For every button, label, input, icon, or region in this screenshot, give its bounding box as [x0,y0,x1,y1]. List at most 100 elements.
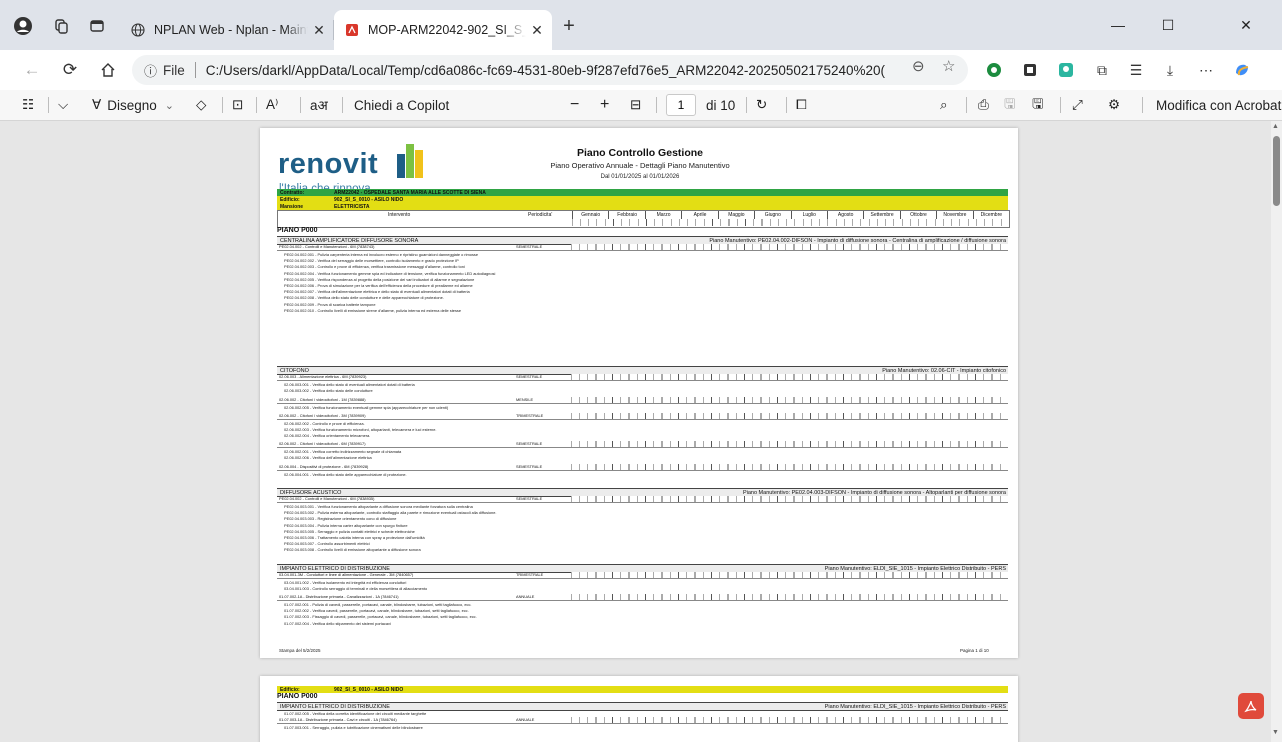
pdf-file-icon [344,22,360,38]
edificio-value: 902_SI_S_0010 - ASILO NIDO [334,196,404,203]
ask-copilot-button[interactable]: Chiedi a Copilot [354,95,449,115]
save-icon[interactable]: 🖫 [1004,95,1016,115]
close-tab-icon[interactable]: ✕ [526,22,548,39]
back-arrow-icon[interactable]: ← [18,56,46,84]
url-field[interactable]: ⓘ File C:/Users/darkl/AppData/Local/Temp… [132,55,968,85]
sub-activity: PE02.04.002.001 - Pulizia carpenteria in… [284,252,479,257]
table-row: 02.06.002 - Citofoni / videocitofoni - 3… [277,413,1008,420]
section-name: CENTRALINA AMPLIFICATORE DIFFUSORE SONOR… [280,237,419,244]
info-icon[interactable]: ⓘ [144,61,157,80]
favorite-star-icon[interactable]: ☆ [942,57,955,75]
page-view-icon[interactable]: ⧠ [796,95,807,115]
toolbar-divider [966,97,967,113]
more-options-icon[interactable]: ⋯ [1196,60,1216,80]
tab-title: MOP-ARM22042-902_SI_S_0010-ASILO NIDO [368,23,526,37]
profile-avatar-icon[interactable] [10,13,36,39]
toolbar-divider [222,97,223,113]
schedule-grid [571,717,1008,723]
scrollbar-thumb[interactable] [1273,136,1280,206]
document-date-range: Dal 01/01/2025 al 01/01/2026 [600,174,680,180]
draw-label: Disegno [107,97,157,113]
downloads-icon[interactable]: ⤓ [1160,60,1180,80]
sub-activity: PE02.04.002.010 - Controllo livelli di e… [284,307,461,313]
extension-green-icon[interactable] [984,60,1004,80]
section-name: DIFFUSORE ACUSTICO [280,489,342,496]
section-name: CITOFONO [280,367,309,374]
zoom-out-button[interactable]: − [570,95,579,115]
save-as-icon[interactable]: 🖫 [1032,95,1044,115]
search-icon[interactable]: ⌕ [940,95,948,115]
section-name: IMPIANTO ELETTRICO DI DISTRIBUZIONE [280,703,390,710]
edit-with-acrobat-button[interactable]: Modifica con Acrobat [1156,95,1281,115]
sub-activity: 02.06.003.002 - Verifica dello stato del… [284,388,373,394]
maximize-button[interactable]: ☐ [1148,10,1188,40]
close-window-button[interactable]: ✕ [1226,10,1266,40]
highlight-icon[interactable]: ⌵ [58,95,68,115]
schedule-grid [571,441,1008,447]
sub-activity: PE02.04.002.006 - Prova di simulazione p… [284,283,473,288]
extension-teal-icon[interactable] [1056,60,1076,80]
url-text[interactable]: C:/Users/darkl/AppData/Local/Temp/cd6a08… [206,63,886,78]
close-tab-icon[interactable]: ✕ [308,22,330,39]
vertical-scrollbar[interactable]: ▲ ▼ [1271,121,1282,742]
contents-icon[interactable]: ☷ [22,95,34,115]
eraser-icon[interactable]: ◇ [196,95,206,115]
month-header: Dicembre [972,211,1009,219]
pdf-page-1: renovit l'Italia che rinnova Piano Contr… [260,128,1018,658]
fit-page-icon[interactable]: ⊟ [630,95,641,115]
tab-nplan[interactable]: NPLAN Web - Nplan - Maintenance ✕ [120,10,334,50]
row-name: 02.06.002 - Citofoni / videocitofoni - 1… [279,397,366,402]
workspaces-icon[interactable] [48,13,74,39]
minimize-button[interactable]: — [1098,10,1138,40]
mansione-value: ELETTRICISTA [334,203,370,210]
row-period: MENSILE [516,397,534,402]
section-header: IMPIANTO ELETTRICO DI DISTRIBUZIONE Pian… [277,702,1008,711]
contratto-value: ARM22042 - OSPEDALE SANTA MARIA ALLE SCO… [334,189,486,196]
scroll-down-icon[interactable]: ▼ [1272,729,1279,736]
tab-pdf[interactable]: MOP-ARM22042-902_SI_S_0010-ASILO NIDO ✕ [334,10,552,50]
document-subtitle: Piano Operativo Annuale - Dettagli Piano… [550,161,730,170]
settings-gear-icon[interactable]: ⚙ [1108,95,1120,115]
table-row: 02.06.002 - Citofoni / videocitofoni - 6… [277,441,1008,448]
section-plan: Piano Manutentivo: PE02.04.002-DIFSON - … [709,237,1006,244]
toolbar-divider [300,97,301,113]
row-name: 02.06.004 - Dispositivi di protezione - … [279,464,369,469]
row-name: 02.06.002 - Citofoni / videocitofoni - 3… [279,413,366,418]
extensions-puzzle-icon[interactable]: ⧉ [1092,60,1112,80]
acrobat-icon[interactable] [1238,693,1264,719]
vertical-tabs-icon[interactable] [84,13,110,39]
tab-title: NPLAN Web - Nplan - Maintenance [154,23,308,37]
pdf-page-2: Edificio: 902_SI_S_0010 - ASILO NIDO PIA… [260,676,1018,742]
print-icon[interactable]: ⎙ [978,95,989,115]
translate-button[interactable]: aअ [310,95,328,115]
sub-activity: PE02.04.003.002 - Pulizia esterna altopa… [284,510,497,516]
zoom-in-button[interactable]: + [600,95,609,115]
section-name: IMPIANTO ELETTRICO DI DISTRIBUZIONE [280,565,390,572]
floor-heading: PIANO P000 [277,693,318,700]
print-date: Stampa del 5/2/2025 [279,648,321,653]
rotate-icon[interactable]: ↻ [756,95,767,115]
sub-activity: PE02.04.003.008 - Controllo livelli di e… [284,547,421,553]
fullscreen-icon[interactable]: ⤢ [1072,95,1083,115]
toolbar-divider [656,97,657,113]
zoom-icon[interactable]: ⊖ [912,57,925,75]
reload-icon[interactable]: ⟳ [56,56,84,84]
floor-heading: PIANO P000 [277,227,318,234]
sub-activity: PE02.04.002.003 - Controllo e prove di e… [284,264,465,270]
home-icon[interactable] [94,56,122,84]
sub-activity: PE02.04.003.004 - Pulizia interna carter… [284,522,408,528]
toolbar-divider [1060,97,1061,113]
favorites-list-icon[interactable]: ☰ [1126,60,1146,80]
new-tab-button[interactable]: + [556,13,582,39]
text-box-icon[interactable]: ⊡ [232,95,243,115]
scroll-up-icon[interactable]: ▲ [1272,123,1279,130]
extension-box-icon[interactable] [1020,60,1040,80]
page-number-input[interactable] [666,94,696,116]
draw-button[interactable]: ∀ Disegno ⌄ [92,95,174,115]
toolbar-divider [786,97,787,113]
building-header: Edificio: 902_SI_S_0010 - ASILO NIDO [277,196,1008,203]
read-aloud-button[interactable]: A⁾ [266,95,278,115]
copilot-icon[interactable] [1232,60,1252,80]
pdf-viewer[interactable]: renovit l'Italia che rinnova Piano Contr… [0,121,1282,742]
address-bar: ← ⟳ ⓘ File C:/Users/darkl/AppData/Local/… [0,50,1282,90]
